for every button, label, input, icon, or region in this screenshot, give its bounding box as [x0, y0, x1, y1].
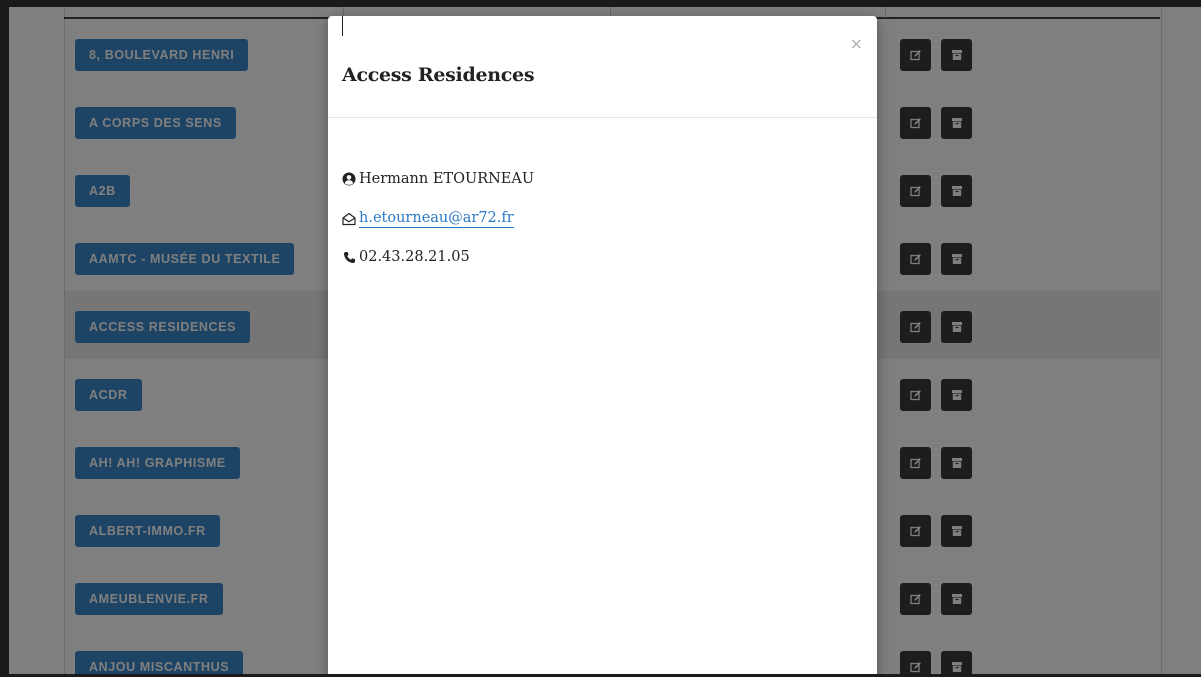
modal-header: Access Residences × [328, 16, 877, 118]
contact-name: Hermann ETOURNEAU [359, 171, 535, 187]
contact-email-link[interactable]: h.etourneau@ar72.fr [359, 210, 514, 228]
contact-name-line: Hermann ETOURNEAU [342, 171, 534, 187]
envelope-open-icon [342, 212, 356, 226]
contact-modal: Access Residences × Hermann ETOURNEAU h.… [328, 16, 877, 674]
contact-email-line: h.etourneau@ar72.fr [342, 210, 514, 228]
user-circle-icon [342, 172, 356, 186]
browser-viewport: 8, BOULEVARD HENRIA CORPS DES SENSA2BAAM… [9, 7, 1201, 674]
close-icon[interactable]: × [850, 36, 863, 52]
modal-title: Access Residences [342, 64, 535, 86]
contact-phone: 02.43.28.21.05 [359, 249, 470, 265]
contact-phone-line: 02.43.28.21.05 [342, 249, 470, 265]
phone-icon [342, 250, 356, 264]
text-cursor [342, 16, 343, 36]
